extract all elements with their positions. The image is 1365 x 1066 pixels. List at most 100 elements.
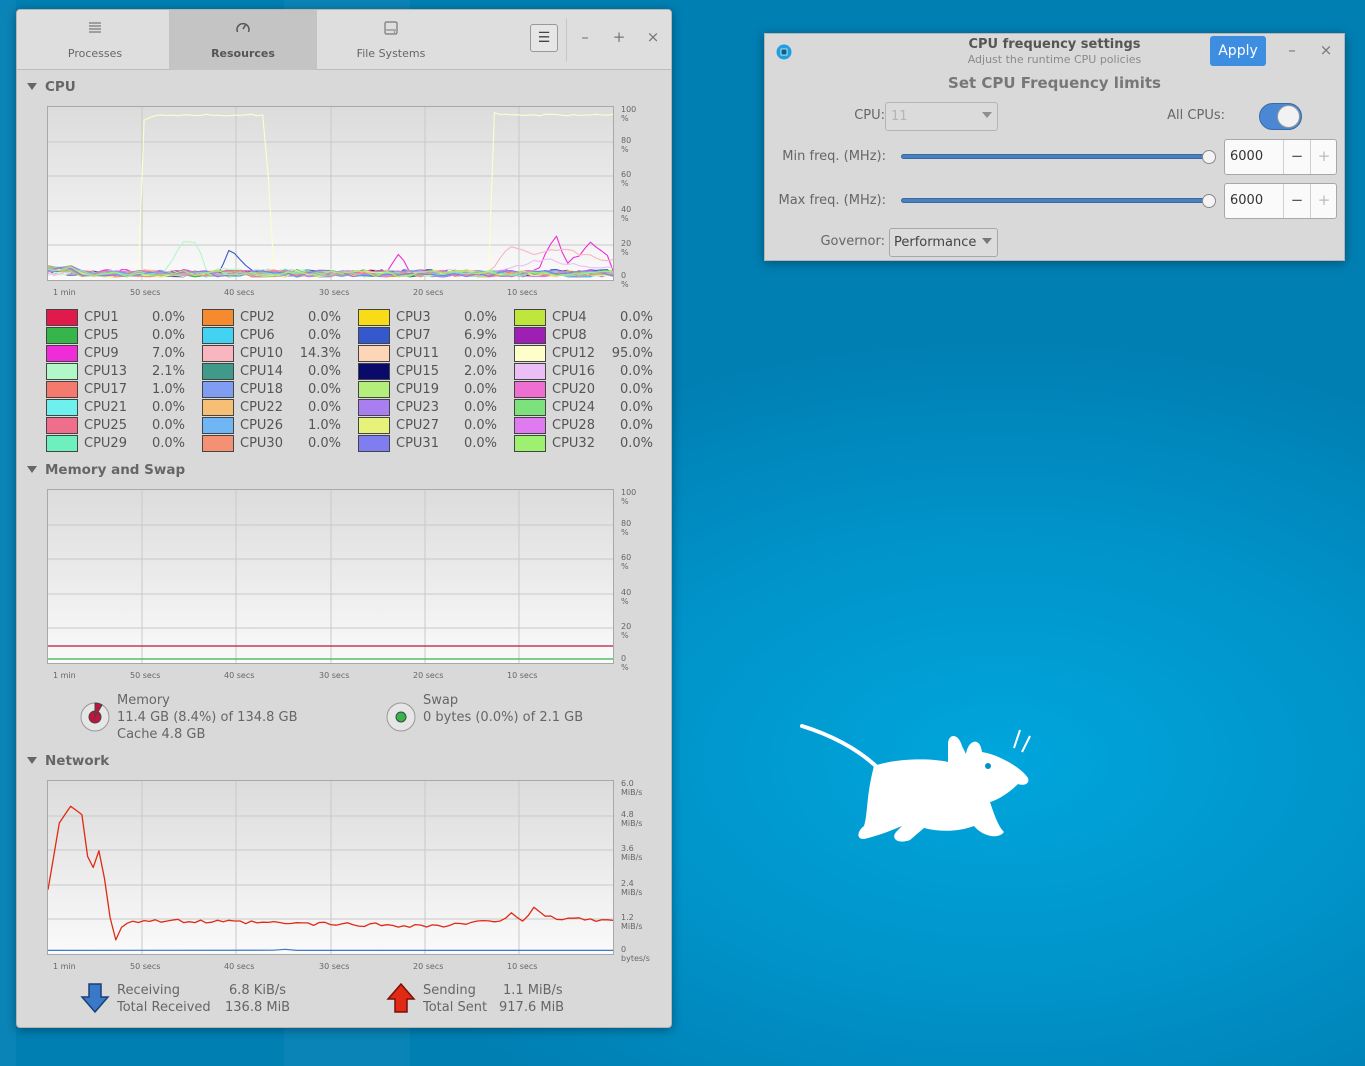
x-tick-label: 20 secs: [413, 671, 444, 680]
cpu-legend-item: CPU21 0.0%: [46, 399, 202, 417]
cpu-color-swatch[interactable]: [46, 345, 78, 362]
all-cpus-toggle[interactable]: [1259, 103, 1302, 130]
network-section-header[interactable]: Network: [27, 753, 109, 769]
cpu-legend-item: CPU9 7.0%: [46, 345, 202, 363]
cpu-color-swatch[interactable]: [358, 399, 390, 416]
close-button[interactable]: ×: [1312, 37, 1340, 65]
cpu-legend-item: CPU18 0.0%: [202, 381, 358, 399]
cpu-usage: 7.0%: [151, 346, 185, 361]
tab-label: File Systems: [356, 47, 426, 60]
cpu-legend-item: CPU8 0.0%: [514, 327, 670, 345]
cpu-color-swatch[interactable]: [46, 309, 78, 326]
cpu-usage: 0.0%: [463, 346, 497, 361]
cpu-name: CPU14: [240, 364, 283, 379]
cpu-usage: 0.0%: [463, 400, 497, 415]
cpu-color-swatch[interactable]: [46, 399, 78, 416]
min-freq-input[interactable]: 6000: [1230, 149, 1263, 164]
cpu-color-swatch[interactable]: [46, 435, 78, 452]
y-tick-label: 100 %: [621, 488, 637, 506]
cpu-color-swatch[interactable]: [358, 435, 390, 452]
cpu-color-swatch[interactable]: [202, 417, 234, 434]
apply-button[interactable]: Apply: [1210, 36, 1266, 66]
cpu-name: CPU29: [84, 436, 127, 451]
cpu-color-swatch[interactable]: [514, 345, 546, 362]
cpu-usage: 0.0%: [619, 382, 653, 397]
cpu-usage: 0.0%: [463, 310, 497, 325]
cpu-color-swatch[interactable]: [514, 363, 546, 380]
governor-select[interactable]: Performance: [889, 228, 998, 257]
cpu-section-header[interactable]: CPU: [27, 79, 76, 95]
cpu-color-swatch[interactable]: [514, 309, 546, 326]
tab-resources[interactable]: Resources: [169, 10, 317, 70]
close-button[interactable]: ×: [639, 24, 667, 52]
cpu-color-swatch[interactable]: [358, 363, 390, 380]
max-freq-slider[interactable]: [901, 198, 1209, 203]
cpu-name: CPU4: [552, 310, 587, 325]
cpu-name: CPU25: [84, 418, 127, 433]
max-freq-input[interactable]: 6000: [1230, 193, 1263, 208]
cpu-color-swatch[interactable]: [202, 363, 234, 380]
cpu-color-swatch[interactable]: [514, 435, 546, 452]
max-freq-slider-knob[interactable]: [1202, 194, 1216, 208]
cpu-color-swatch[interactable]: [202, 309, 234, 326]
cpu-usage: 2.0%: [463, 364, 497, 379]
cpu-usage: 1.0%: [307, 418, 341, 433]
cpu-color-swatch[interactable]: [358, 327, 390, 344]
cpu-color-swatch[interactable]: [202, 381, 234, 398]
cpu-usage: 0.0%: [151, 436, 185, 451]
receiving-label: Receiving: [117, 983, 181, 998]
minimize-button[interactable]: –: [571, 24, 599, 52]
graph-canvas: [48, 490, 613, 663]
tab-file-systems[interactable]: File Systems: [317, 10, 465, 70]
cpu-color-swatch[interactable]: [202, 327, 234, 344]
cpu-color-swatch[interactable]: [514, 399, 546, 416]
x-tick-label: 50 secs: [130, 288, 161, 297]
cpu-legend-item: CPU28 0.0%: [514, 417, 670, 435]
cpu-color-swatch[interactable]: [358, 417, 390, 434]
min-freq-increment-button[interactable]: +: [1310, 140, 1337, 174]
cpu-usage: 0.0%: [151, 418, 185, 433]
cpu-select[interactable]: 11: [885, 102, 998, 131]
cpu-color-swatch[interactable]: [46, 363, 78, 380]
tab-processes[interactable]: Processes: [21, 10, 169, 70]
memory-section-header[interactable]: Memory and Swap: [27, 462, 185, 478]
y-tick-label: 20 %: [621, 622, 632, 640]
cpu-color-swatch[interactable]: [202, 435, 234, 452]
cpu-color-swatch[interactable]: [202, 399, 234, 416]
cpu-color-swatch[interactable]: [202, 345, 234, 362]
minimize-button[interactable]: –: [1278, 37, 1306, 65]
cpu-color-swatch[interactable]: [514, 327, 546, 344]
cpu-name: CPU10: [240, 346, 283, 361]
cpu-legend-item: CPU25 0.0%: [46, 417, 202, 435]
cpu-color-swatch[interactable]: [358, 345, 390, 362]
max-freq-increment-button[interactable]: +: [1310, 184, 1337, 218]
cpu-usage: 0.0%: [151, 310, 185, 325]
cpu-frequency-window: CPU frequency settings Adjust the runtim…: [764, 33, 1345, 261]
header-separator: [566, 18, 567, 62]
cpu-color-swatch[interactable]: [514, 381, 546, 398]
x-tick-label: 1 min: [53, 288, 76, 297]
cpu-color-swatch[interactable]: [46, 417, 78, 434]
receiving-value: 6.8 KiB/s: [229, 983, 287, 998]
cpu-legend-item: CPU23 0.0%: [358, 399, 514, 417]
cpu-name: CPU13: [84, 364, 127, 379]
toggle-knob: [1277, 105, 1300, 128]
cpu-name: CPU32: [552, 436, 595, 451]
total-received-value: 136.8 MiB: [225, 1000, 291, 1015]
cpu-color-swatch[interactable]: [514, 417, 546, 434]
min-freq-slider[interactable]: [901, 154, 1209, 159]
cpu-usage: 0.0%: [307, 436, 341, 451]
graph-canvas: [48, 107, 613, 280]
cpu-color-swatch[interactable]: [358, 381, 390, 398]
menu-button[interactable]: ☰: [530, 24, 558, 52]
min-freq-decrement-button[interactable]: −: [1283, 140, 1310, 174]
cpu-legend-item: CPU20 0.0%: [514, 381, 670, 399]
maximize-button[interactable]: +: [605, 24, 633, 52]
min-freq-slider-knob[interactable]: [1202, 150, 1216, 164]
memory-label: Memory: [117, 693, 170, 708]
cpu-name: CPU17: [84, 382, 127, 397]
max-freq-decrement-button[interactable]: −: [1283, 184, 1310, 218]
cpu-color-swatch[interactable]: [46, 381, 78, 398]
cpu-color-swatch[interactable]: [46, 327, 78, 344]
cpu-color-swatch[interactable]: [358, 309, 390, 326]
